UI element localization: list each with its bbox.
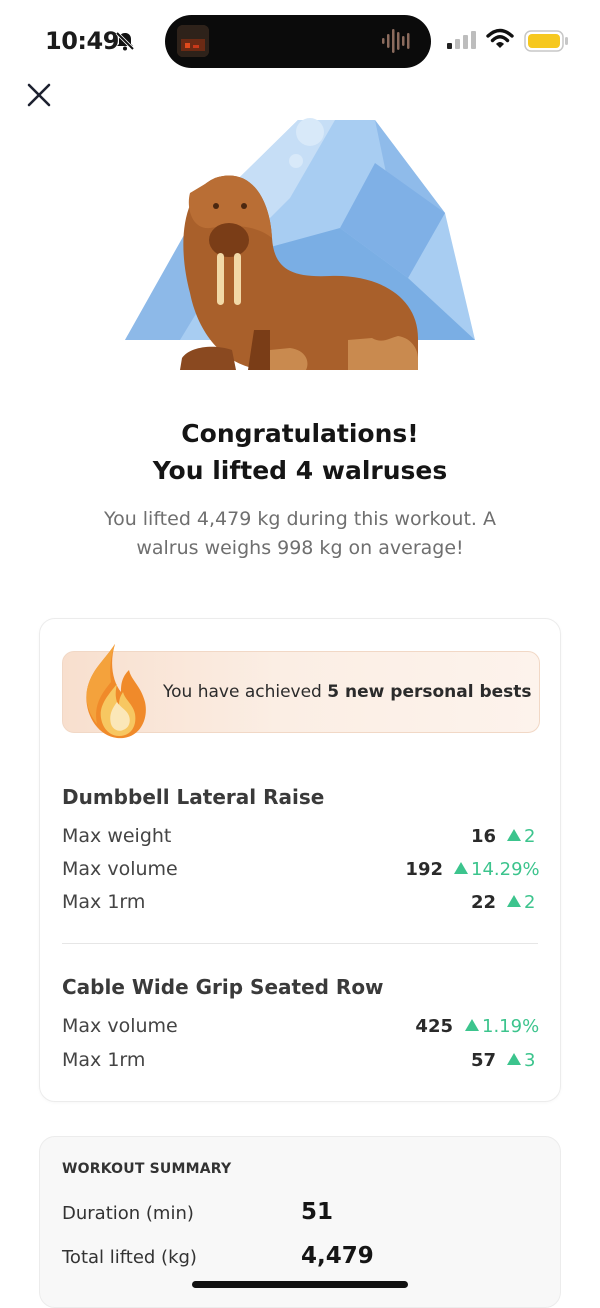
personal-bests-message: You have achieved 5 new personal bests xyxy=(163,682,532,702)
personal-bests-prefix: You have achieved xyxy=(163,682,328,702)
exercise-name: Dumbbell Lateral Raise xyxy=(62,785,325,809)
stat-value: 425 xyxy=(415,1016,453,1037)
stat-label: Max volume xyxy=(62,1015,178,1037)
stat-label: Max 1rm xyxy=(62,1049,146,1071)
status-bar: 10:49 xyxy=(0,0,600,80)
exercise-name: Cable Wide Grip Seated Row xyxy=(62,975,384,999)
workout-summary-title: WORKOUT SUMMARY xyxy=(62,1161,232,1177)
lifted-description-line-2: walrus weighs 998 kg on average! xyxy=(136,537,464,559)
wifi-icon xyxy=(486,28,514,54)
personal-bests-card: You have achieved 5 new personal bests D… xyxy=(39,618,561,1102)
stat-delta: 2 xyxy=(507,892,535,913)
stat-label: Max volume xyxy=(62,858,178,880)
divider xyxy=(62,943,538,944)
stat-delta-value: 2 xyxy=(524,892,536,913)
stat-delta-value: 2 xyxy=(524,826,536,847)
walrus-illustration xyxy=(120,118,480,378)
audio-waveform-icon xyxy=(381,27,413,59)
now-playing-thumbnail xyxy=(177,25,209,57)
stat-delta-value: 1.19% xyxy=(482,1016,540,1037)
increase-arrow-icon xyxy=(465,1019,479,1031)
stat-value: 22 xyxy=(470,892,496,913)
increase-arrow-icon xyxy=(507,1053,521,1065)
personal-bests-count: 5 new personal bests xyxy=(327,682,532,702)
stat-delta: 2 xyxy=(507,826,535,847)
congratulations-heading: Congratulations! xyxy=(181,419,419,448)
walrus-count-heading: You lifted 4 walruses xyxy=(152,456,448,485)
status-time: 10:49 xyxy=(45,27,119,55)
increase-arrow-icon xyxy=(507,829,521,841)
stat-delta: 14.29% xyxy=(454,859,540,880)
increase-arrow-icon xyxy=(507,895,521,907)
summary-label: Total lifted (kg) xyxy=(62,1247,197,1268)
stat-value: 192 xyxy=(405,859,443,880)
stat-label: Max weight xyxy=(62,825,172,847)
lifted-description-line-1: You lifted 4,479 kg during this workout.… xyxy=(103,508,496,530)
summary-value: 51 xyxy=(301,1199,334,1225)
stat-value: 16 xyxy=(470,826,496,847)
increase-arrow-icon xyxy=(454,862,468,874)
home-indicator[interactable] xyxy=(192,1281,408,1288)
close-icon xyxy=(27,83,51,107)
dynamic-island[interactable] xyxy=(165,15,431,68)
summary-label: Duration (min) xyxy=(62,1203,194,1224)
close-button[interactable] xyxy=(22,78,56,112)
stat-delta-value: 3 xyxy=(524,1050,536,1071)
stat-delta: 1.19% xyxy=(465,1016,539,1037)
summary-value: 4,479 xyxy=(301,1243,374,1269)
stat-delta-value: 14.29% xyxy=(471,859,540,880)
stat-label: Max 1rm xyxy=(62,891,146,913)
stat-delta: 3 xyxy=(507,1050,535,1071)
personal-bests-banner: You have achieved 5 new personal bests xyxy=(62,644,540,739)
stat-value: 57 xyxy=(470,1050,496,1071)
battery-icon xyxy=(524,30,570,56)
flame-icon xyxy=(73,640,153,748)
signal-icon xyxy=(447,30,477,54)
bell-slash-icon xyxy=(114,30,136,56)
